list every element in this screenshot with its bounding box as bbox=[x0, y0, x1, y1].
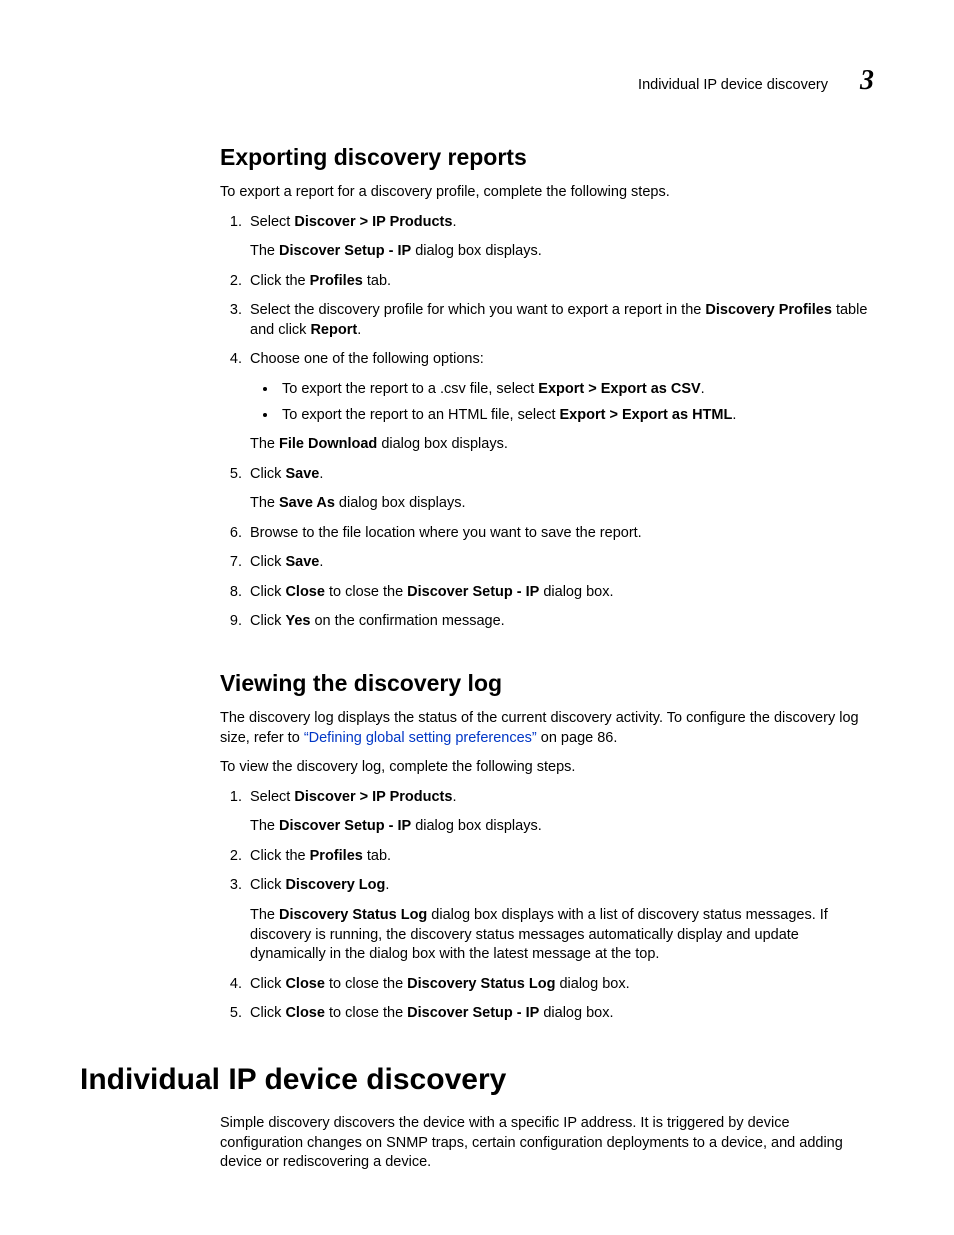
intro-text: The discovery log displays the status of… bbox=[220, 709, 874, 748]
step-text: Click Close to close the Discover Setup … bbox=[250, 1005, 614, 1021]
step-text: Choose one of the following options: bbox=[250, 351, 484, 367]
step-text: Click Close to close the Discover Setup … bbox=[250, 584, 614, 600]
steps-list-viewing-log: Select Discover > IP Products. The Disco… bbox=[220, 788, 874, 1024]
intro-text-2: To view the discovery log, complete the … bbox=[220, 758, 874, 778]
step-2: Click the Profiles tab. bbox=[246, 272, 874, 292]
step-text: Select Discover > IP Products. bbox=[250, 214, 456, 230]
step-sub: The Discover Setup - IP dialog box displ… bbox=[250, 817, 874, 837]
steps-list-exporting: Select Discover > IP Products. The Disco… bbox=[220, 213, 874, 632]
step-sub: The Discover Setup - IP dialog box displ… bbox=[250, 242, 874, 262]
heading-exporting-discovery-reports: Exporting discovery reports bbox=[220, 142, 874, 173]
body-text: Simple discovery discovers the device wi… bbox=[220, 1114, 874, 1173]
running-title: Individual IP device discovery bbox=[638, 76, 828, 96]
step-3: Select the discovery profile for which y… bbox=[246, 301, 874, 340]
page: Individual IP device discovery 3 Exporti… bbox=[0, 0, 954, 1235]
running-header: Individual IP device discovery 3 bbox=[638, 62, 874, 100]
step-text: Browse to the file location where you wa… bbox=[250, 525, 642, 541]
step-6: Browse to the file location where you wa… bbox=[246, 524, 874, 544]
step-text: Click Save. bbox=[250, 554, 323, 570]
step-9: Click Yes on the confirmation message. bbox=[246, 612, 874, 632]
intro-text: To export a report for a discovery profi… bbox=[220, 183, 874, 203]
step-3: Click Discovery Log. The Discovery Statu… bbox=[246, 876, 874, 964]
step-text: Click Discovery Log. bbox=[250, 877, 389, 893]
step-sub: The File Download dialog box displays. bbox=[250, 435, 874, 455]
step-2: Click the Profiles tab. bbox=[246, 847, 874, 867]
step-text: Select Discover > IP Products. bbox=[250, 789, 456, 805]
step-1: Select Discover > IP Products. The Disco… bbox=[246, 213, 874, 262]
step-8: Click Close to close the Discover Setup … bbox=[246, 583, 874, 603]
step-sub: The Discovery Status Log dialog box disp… bbox=[250, 906, 874, 965]
step-7: Click Save. bbox=[246, 553, 874, 573]
step-text: Click Close to close the Discovery Statu… bbox=[250, 976, 630, 992]
step-text: Select the discovery profile for which y… bbox=[250, 302, 867, 338]
step-1: Select Discover > IP Products. The Disco… bbox=[246, 788, 874, 837]
heading-individual-ip-device-discovery: Individual IP device discovery bbox=[80, 1060, 874, 1101]
step-sub: The Save As dialog box displays. bbox=[250, 494, 874, 514]
step-4-options: To export the report to a .csv file, sel… bbox=[250, 380, 874, 425]
xref-defining-global-setting-preferences[interactable]: “Defining global setting preferences” bbox=[304, 730, 537, 746]
step-text: Click Yes on the confirmation message. bbox=[250, 613, 505, 629]
step-text: Click Save. bbox=[250, 466, 323, 482]
step-5: Click Close to close the Discover Setup … bbox=[246, 1004, 874, 1024]
page-content: Exporting discovery reports To export a … bbox=[220, 142, 874, 1173]
step-5: Click Save. The Save As dialog box displ… bbox=[246, 465, 874, 514]
step-4: Choose one of the following options: To … bbox=[246, 350, 874, 454]
heading-viewing-discovery-log: Viewing the discovery log bbox=[220, 668, 874, 699]
option-html: To export the report to an HTML file, se… bbox=[278, 406, 874, 426]
chapter-number: 3 bbox=[860, 62, 874, 100]
option-csv: To export the report to a .csv file, sel… bbox=[278, 380, 874, 400]
step-4: Click Close to close the Discovery Statu… bbox=[246, 975, 874, 995]
step-text: Click the Profiles tab. bbox=[250, 848, 391, 864]
step-text: Click the Profiles tab. bbox=[250, 273, 391, 289]
